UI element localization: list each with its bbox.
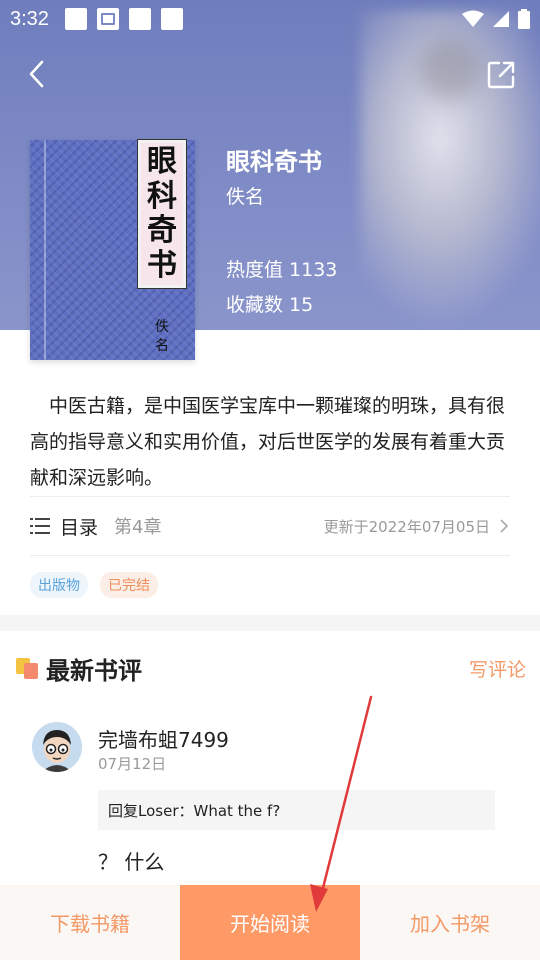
bottom-action-bar: 下载书籍 开始阅读 加入书架 [0, 885, 540, 960]
cover-title-char: 眼 [147, 144, 177, 179]
divider [30, 496, 510, 497]
review-date: 07月12日 [98, 755, 167, 773]
write-review-button[interactable]: 写评论 [469, 655, 526, 682]
section-gap [0, 615, 540, 631]
book-heat-value: 热度值 1133 [226, 259, 338, 281]
review-section-icon [16, 656, 40, 680]
system-icons [462, 9, 530, 29]
add-to-shelf-button[interactable]: 加入书架 [360, 885, 540, 960]
book-author: 佚名 [226, 186, 265, 208]
divider [30, 555, 510, 556]
download-book-button[interactable]: 下载书籍 [0, 885, 180, 960]
battery-icon [518, 9, 530, 29]
cartoon-avatar-icon [32, 722, 82, 772]
toc-label: 目录 [60, 516, 99, 539]
start-reading-button[interactable]: 开始阅读 [180, 885, 360, 960]
review-text: ？ 什么 [98, 850, 165, 874]
wifi-icon [462, 10, 484, 27]
table-of-contents-row[interactable]: 目录 第4章 更新于2022年07月05日 [30, 498, 510, 554]
status-bar: 3:32 [0, 0, 540, 38]
book-tags: 出版物 已完结 [30, 572, 158, 598]
blurred-cover-shadow [420, 40, 480, 100]
cover-author-char: 佚 [155, 319, 169, 335]
chevron-right-icon [500, 519, 509, 533]
book-cover[interactable]: 眼 科 奇 书 佚 名 [30, 139, 195, 360]
signal-icon [493, 11, 509, 27]
reply-quote[interactable]: 回复Loser：What the f? [98, 790, 495, 830]
notification-icon [64, 8, 87, 30]
avatar[interactable] [32, 722, 82, 772]
notification-icon [160, 8, 183, 30]
book-title: 眼科奇书 [226, 148, 322, 176]
book-favorite-count: 收藏数 15 [226, 294, 314, 316]
cover-title-char: 书 [147, 247, 177, 283]
toc-chapter-count: 第4章 [114, 517, 162, 538]
image-notification-icon [96, 8, 119, 30]
cover-author-label: 佚 名 [152, 318, 172, 356]
notification-icon [128, 8, 151, 30]
cover-spine [44, 140, 46, 360]
tag-completed[interactable]: 已完结 [100, 572, 158, 598]
toc-updated-date: 更新于2022年07月05日 [323, 517, 490, 536]
back-arrow-icon[interactable] [22, 58, 54, 90]
reviews-title: 最新书评 [46, 656, 142, 685]
share-icon[interactable] [486, 60, 516, 90]
status-time: 3:32 [10, 7, 49, 30]
cover-title-char: 科 [147, 178, 177, 214]
reply-quote-text: 回复Loser：What the f? [108, 801, 281, 820]
cover-title-label: 眼 科 奇 书 [137, 139, 187, 289]
list-icon [30, 518, 50, 534]
tag-published[interactable]: 出版物 [30, 572, 88, 598]
reviews-header: 最新书评 写评论 [16, 650, 526, 686]
notification-icons [64, 8, 183, 30]
reviewer-name[interactable]: 完墙布蛆7499 [98, 724, 229, 753]
book-summary: 中医古籍，是中国医学宝库中一颗璀璨的明珠，具有很高的指导意义和实用价值，对后世医… [30, 395, 506, 489]
cover-title-char: 奇 [147, 213, 177, 248]
cover-author-char: 名 [155, 337, 169, 354]
